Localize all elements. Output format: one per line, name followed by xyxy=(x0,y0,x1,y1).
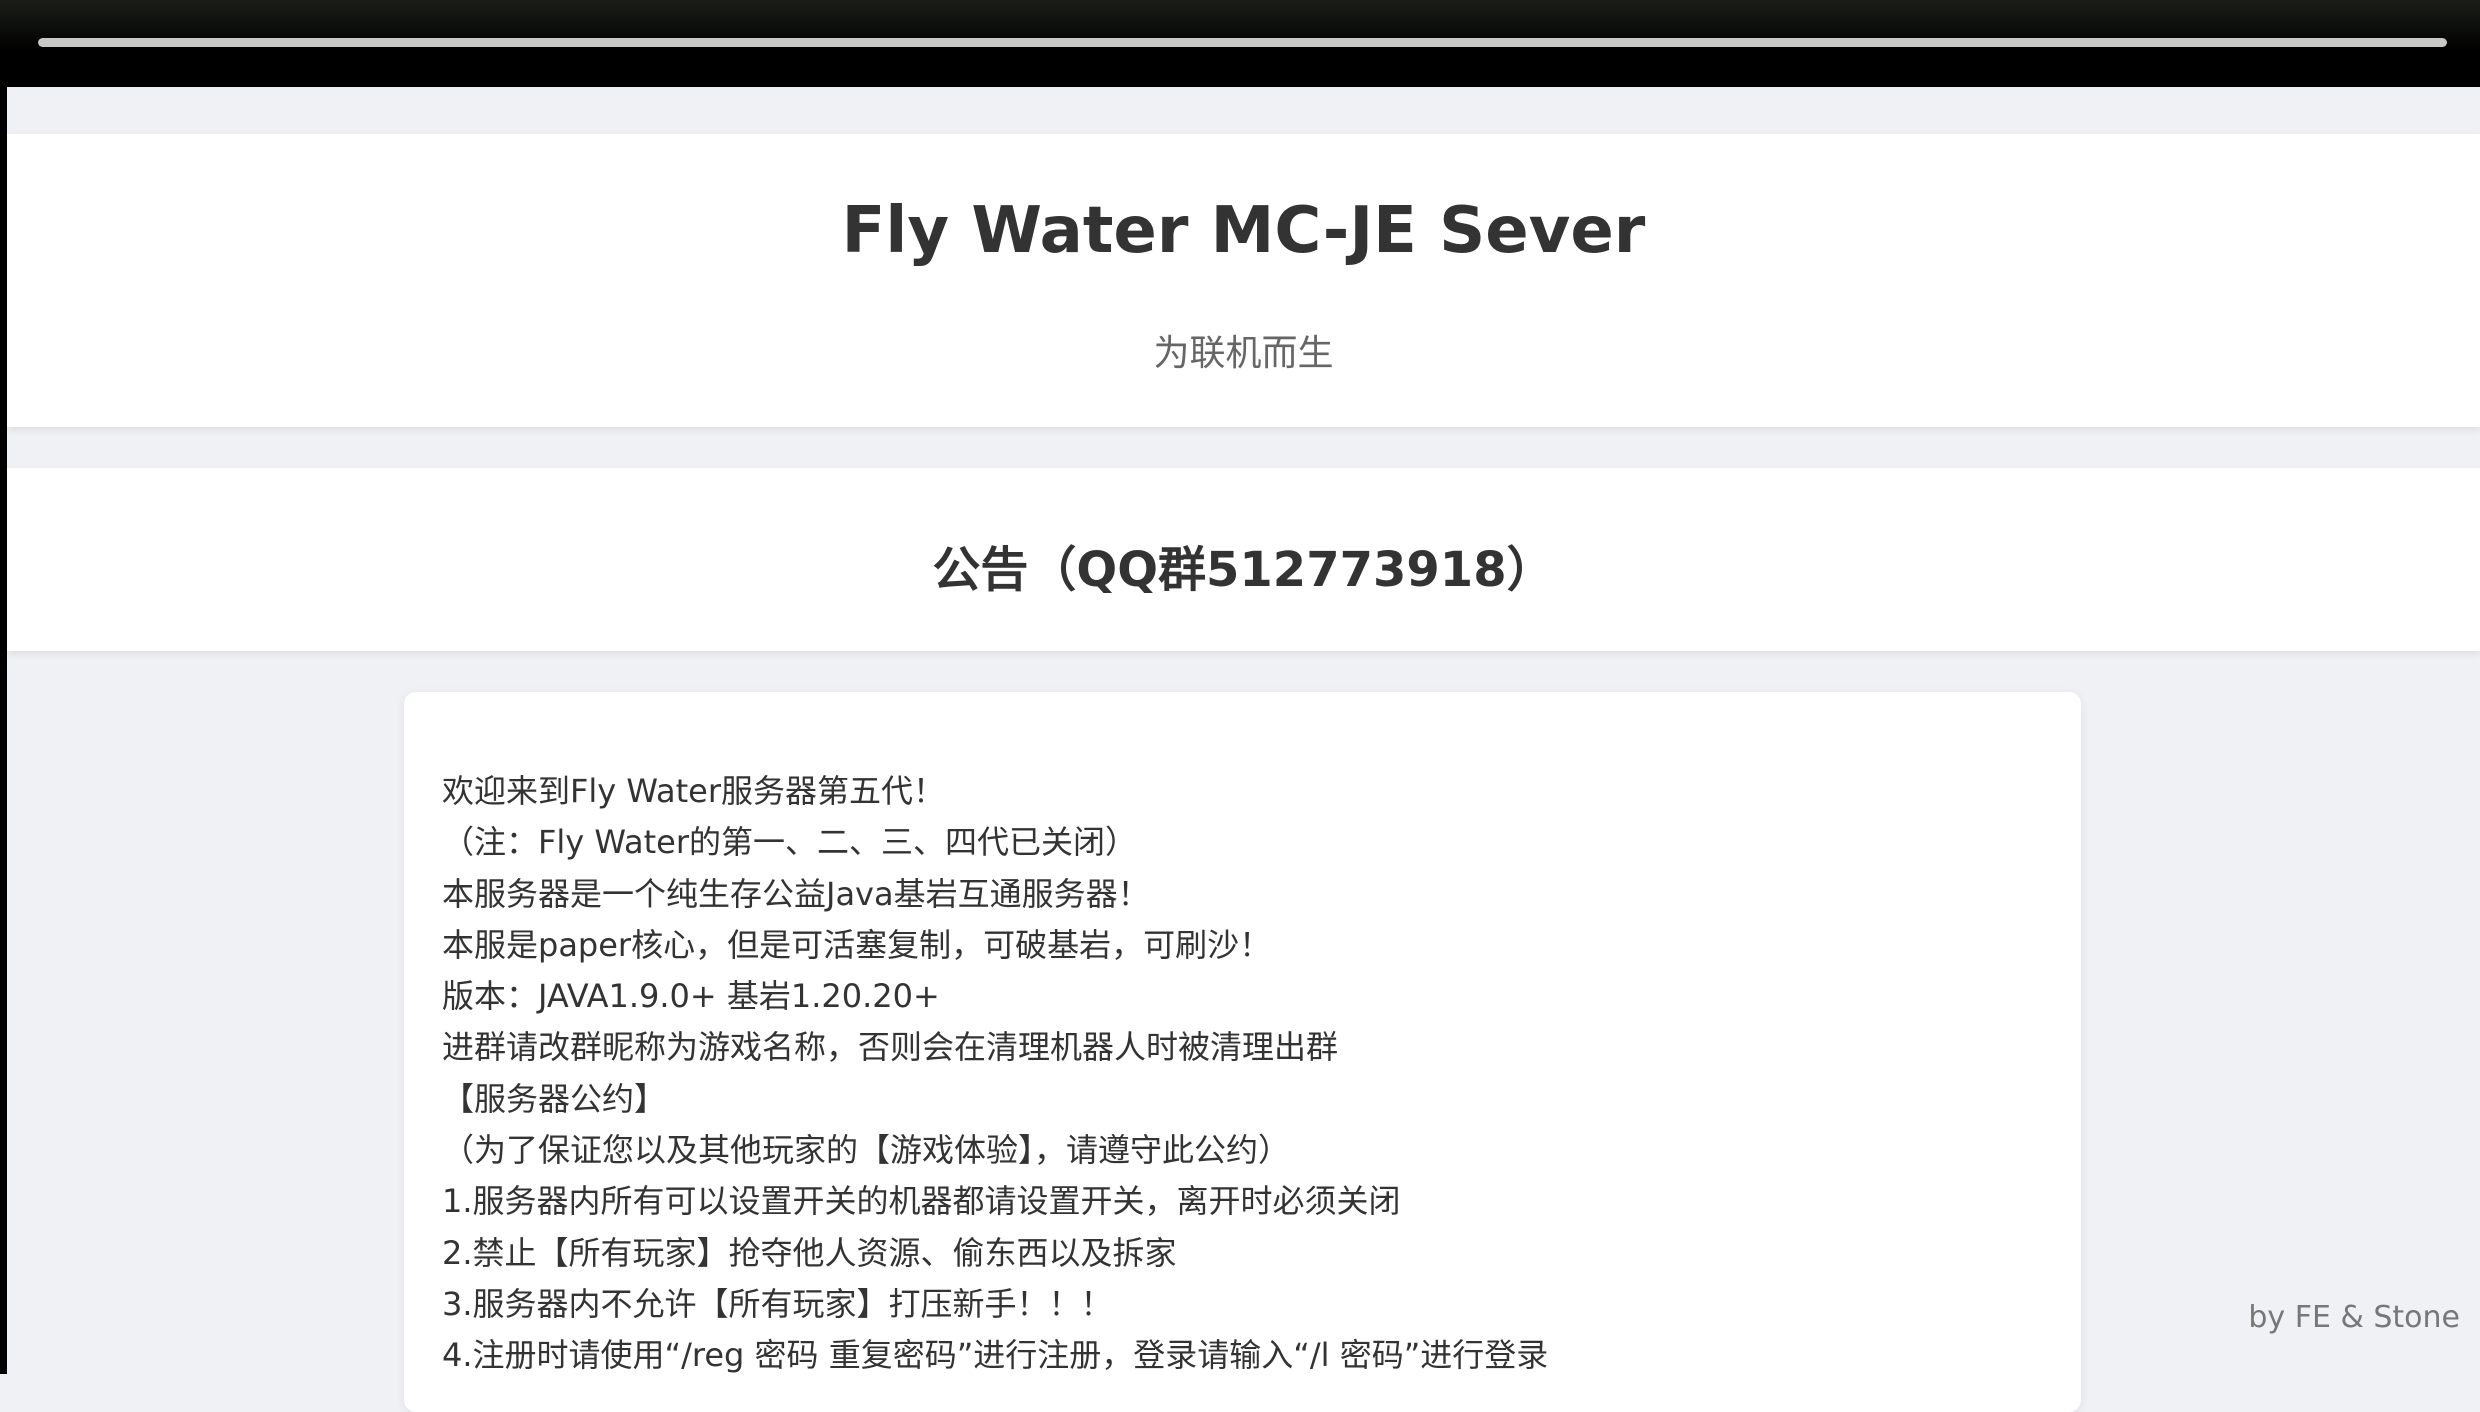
window-left-edge xyxy=(0,87,7,1374)
announcement-line: 2.禁止【所有玩家】抢夺他人资源、偷东西以及拆家 xyxy=(442,1233,1177,1272)
notice-title: 公告（QQ群512773918） xyxy=(932,542,1555,598)
announcement-card: 欢迎来到Fly Water服务器第五代！ （注：Fly Water的第一、二、三… xyxy=(404,692,2081,1412)
announcement-line: 欢迎来到Fly Water服务器第五代！ xyxy=(442,772,946,810)
announcement-line: （为了保证您以及其他玩家的【游戏体验】，请遵守此公约） xyxy=(442,1131,1291,1170)
notice-header: 公告（QQ群512773918） xyxy=(7,468,2480,651)
announcement-line: 3.服务器内不允许【所有玩家】打压新手！！！ xyxy=(442,1284,1113,1323)
announcement-line: 1.服务器内所有可以设置开关的机器都请设置开关，离开时必须关闭 xyxy=(442,1182,1401,1221)
announcement-line: 进群请改群昵称为游戏名称，否则会在清理机器人时被清理出群 xyxy=(442,1028,1339,1067)
site-title: Fly Water MC-JE Sever xyxy=(841,194,1646,268)
footer-credit: by FE & Stone xyxy=(2248,1300,2460,1335)
announcement-line: 版本：JAVA1.9.0+ 基岩1.20.20+ xyxy=(442,977,940,1016)
announcement-line: 本服务器是一个纯生存公益Java基岩互通服务器！ xyxy=(442,874,1150,913)
page-load-progress-fill xyxy=(38,38,2447,47)
announcement-line: 【服务器公约】 xyxy=(442,1079,667,1118)
announcement-line: 本服是paper核心，但是可活塞复制，可破基岩，可刷沙！ xyxy=(442,925,1272,964)
site-header: Fly Water MC-JE Sever 为联机而生 xyxy=(7,134,2480,427)
announcement-line: （注：Fly Water的第一、二、三、四代已关闭） xyxy=(442,823,1138,862)
site-subtitle: 为联机而生 xyxy=(1153,333,1334,374)
announcement-text: 欢迎来到Fly Water服务器第五代！ （注：Fly Water的第一、二、三… xyxy=(442,766,1548,1382)
browser-top-bar xyxy=(0,0,2480,87)
page-load-progress-bar xyxy=(38,38,2447,47)
